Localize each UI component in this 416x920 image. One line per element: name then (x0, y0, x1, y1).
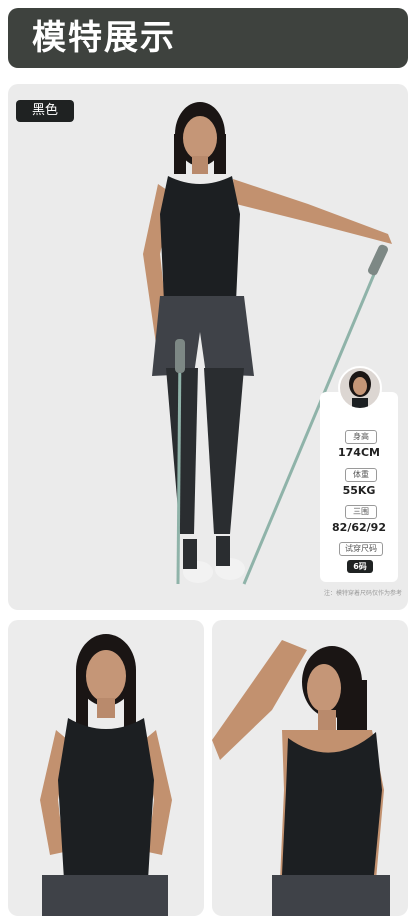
measurements-value: 82/62/92 (332, 521, 386, 534)
footnote: 注：模特穿着尺码仅作为参考 (323, 590, 402, 597)
height-label: 身高 (345, 430, 377, 444)
page-title: 模特展示 (32, 18, 176, 58)
page-header: 模特展示 (8, 8, 408, 68)
weight-value: 55KG (342, 484, 376, 497)
measurements-label: 三围 (345, 505, 377, 519)
back-view-photo (212, 620, 408, 916)
model-avatar (338, 366, 382, 410)
model-figure-front (40, 634, 172, 916)
weight-label: 体重 (345, 468, 377, 482)
height-value: 174CM (338, 446, 380, 459)
size-badge: 6码 (347, 560, 373, 573)
model-figure-back (212, 640, 390, 916)
size-label: 试穿尺码 (339, 542, 383, 556)
color-tag: 黑色 (16, 100, 74, 122)
front-view-photo (8, 620, 204, 916)
